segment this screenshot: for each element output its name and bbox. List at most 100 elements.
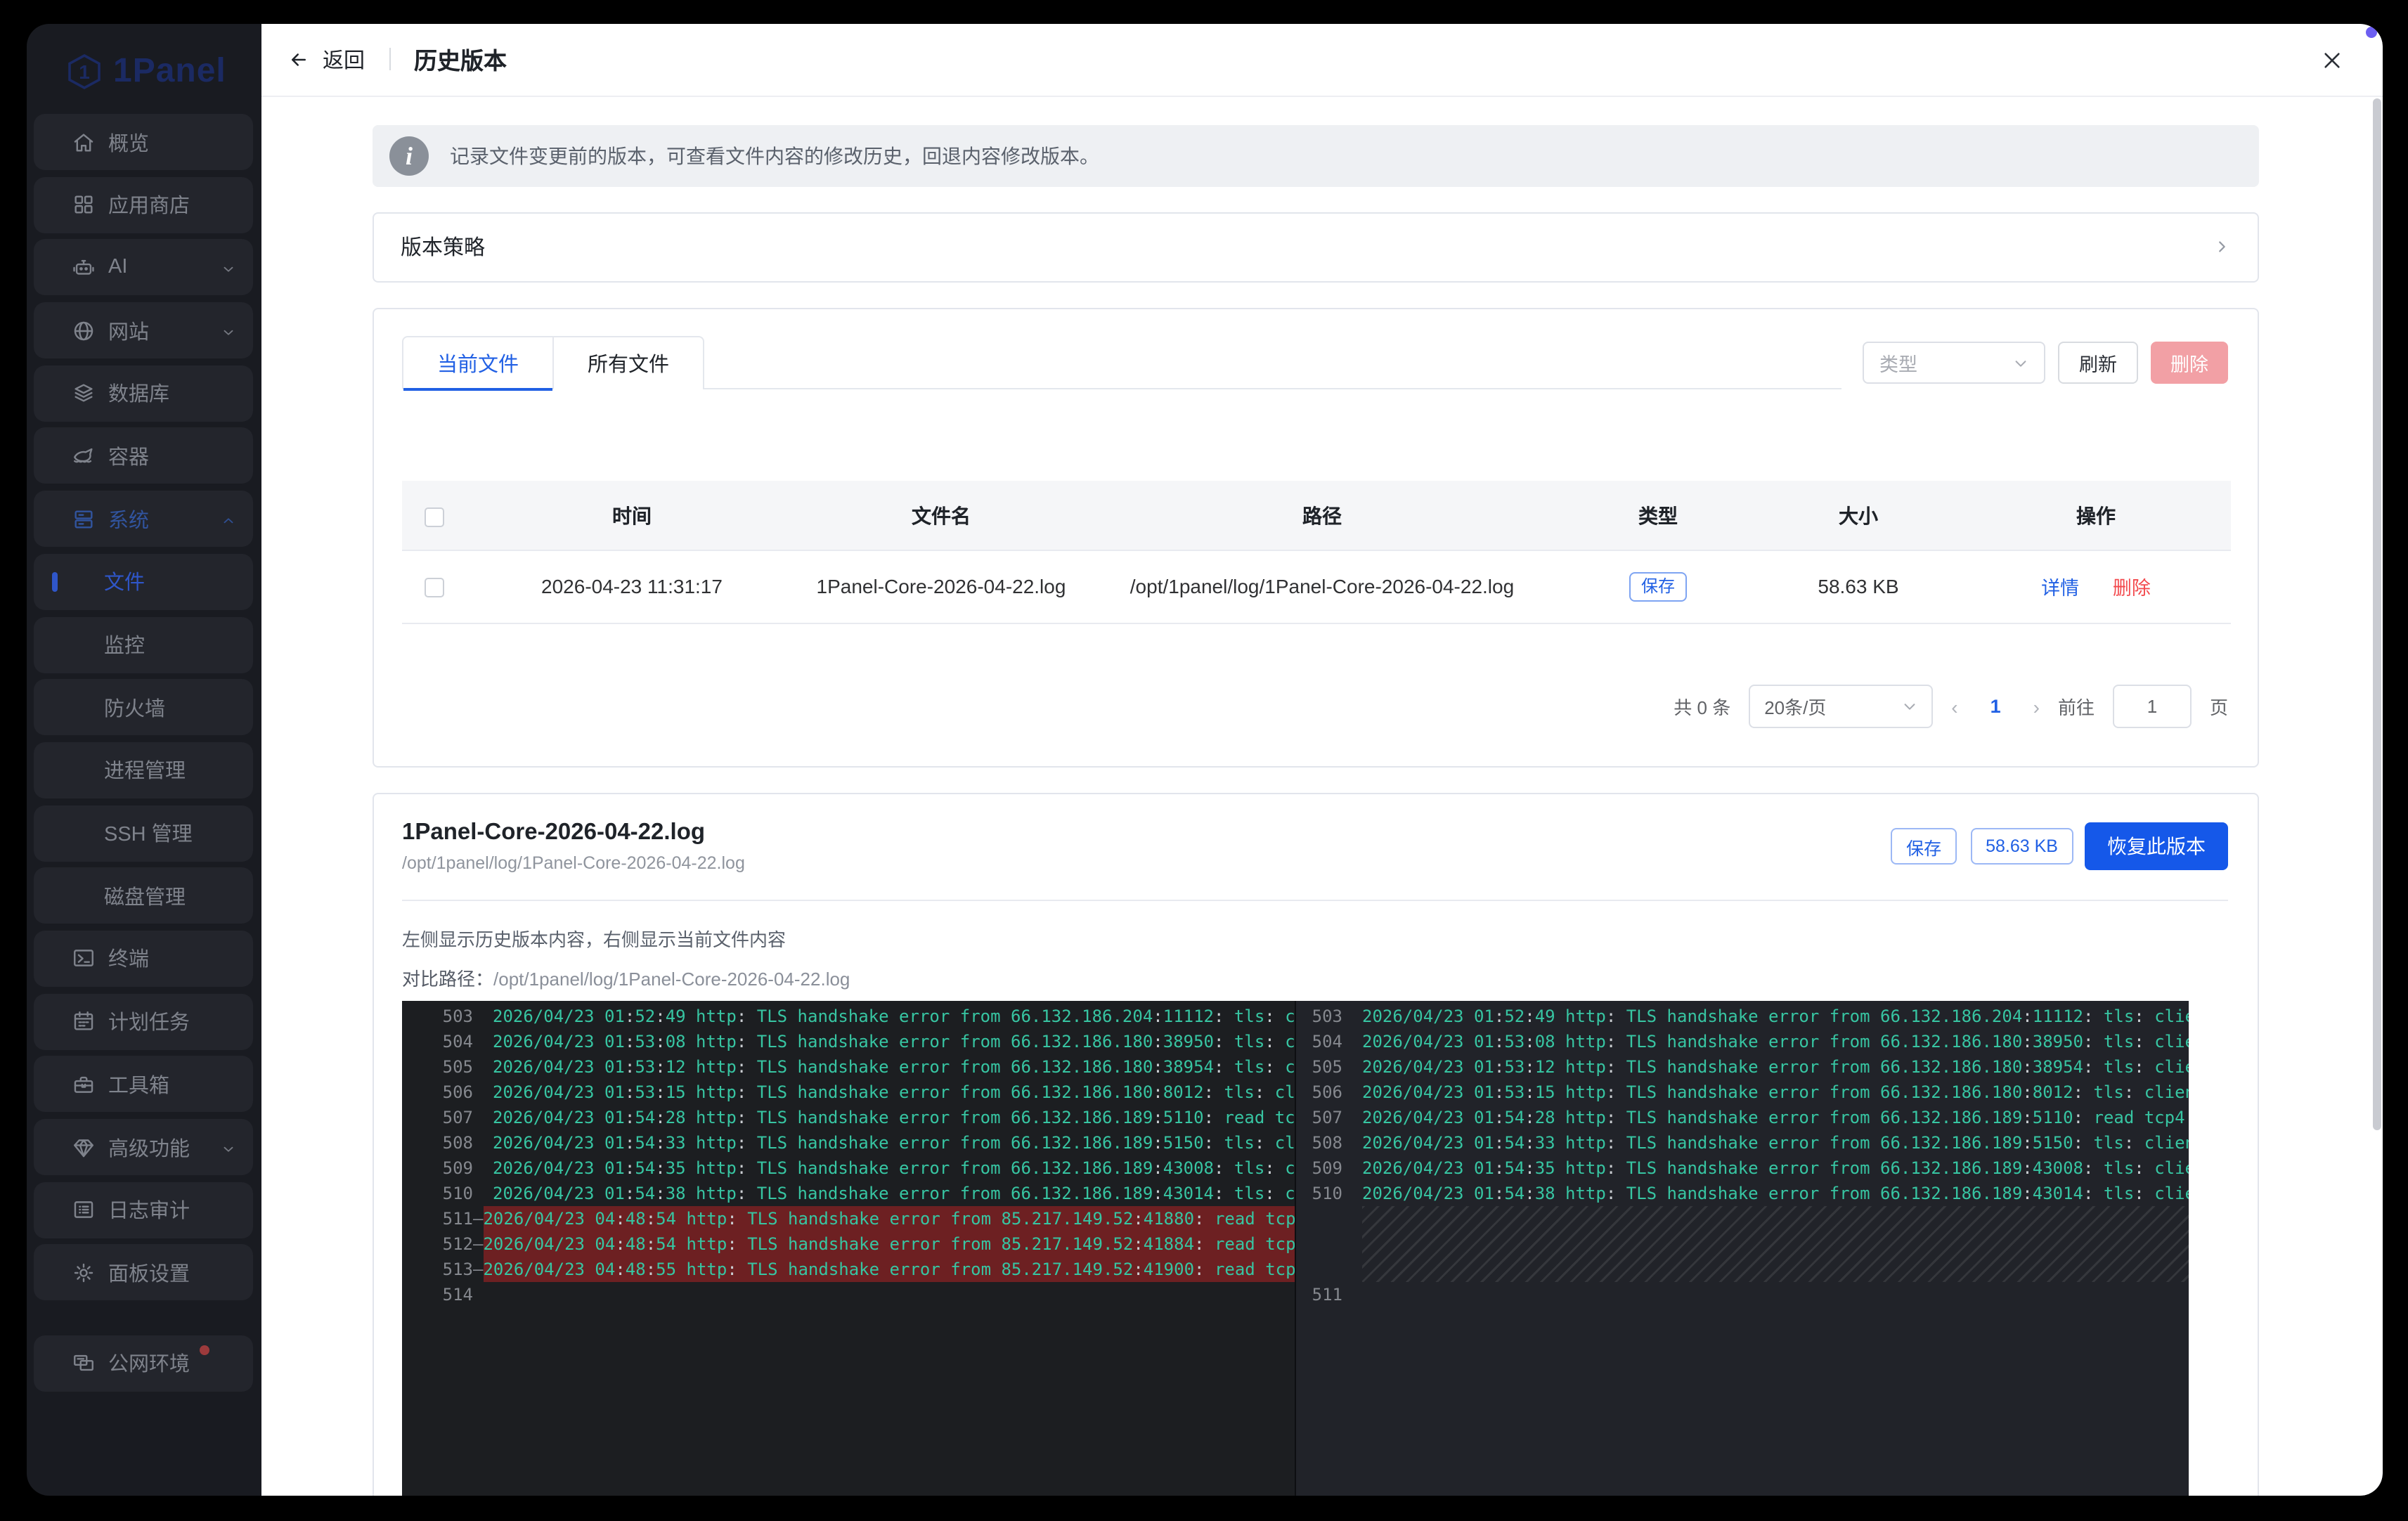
sidebar-item-监控[interactable]: 监控 bbox=[34, 616, 253, 673]
close-icon[interactable] bbox=[2322, 51, 2341, 70]
file-title: 1Panel-Core-2026-04-22.log bbox=[402, 820, 745, 847]
whale-icon bbox=[72, 444, 96, 468]
diff-line: 5042026/04/23 01:53:08 http: TLS handsha… bbox=[1296, 1029, 2188, 1054]
sidebar-item-loglist[interactable]: 日志审计 bbox=[34, 1182, 253, 1238]
refresh-button[interactable]: 刷新 bbox=[2058, 342, 2138, 384]
sidebar-item-diamond[interactable]: 高级功能 bbox=[34, 1119, 253, 1175]
sidebar-item-文件[interactable]: 文件 bbox=[34, 554, 253, 610]
log-line-text: 2026/04/23 04:48:54 http: TLS handshake … bbox=[483, 1231, 1295, 1257]
history-drawer: 返回 历史版本 i 记录文件变更前的版本，可查看文件内容的修改历史，回退内容修改… bbox=[261, 24, 2382, 1496]
line-number: 510 bbox=[1296, 1181, 1342, 1206]
delete-button[interactable]: 删除 bbox=[2151, 342, 2228, 384]
diff-line: 511—2026/04/23 04:48:54 http: TLS handsh… bbox=[402, 1206, 1295, 1231]
sidebar-item-SSH 管理[interactable]: SSH 管理 bbox=[34, 805, 253, 861]
sidebar-item-calendar[interactable]: 计划任务 bbox=[34, 993, 253, 1049]
row-checkbox[interactable] bbox=[424, 578, 444, 598]
delete-link[interactable]: 删除 bbox=[2113, 578, 2151, 600]
diamond-icon bbox=[72, 1135, 96, 1159]
cell-size: 58.63 KB bbox=[1756, 550, 1961, 623]
line-number: 510 bbox=[402, 1181, 473, 1206]
sidebar-item-robot[interactable]: AI bbox=[34, 240, 253, 296]
sidebar-item-label: 应用商店 bbox=[108, 190, 190, 219]
version-policy-card[interactable]: 版本策略 bbox=[372, 212, 2258, 283]
diff-line: 5062026/04/23 01:53:15 http: TLS handsha… bbox=[402, 1080, 1295, 1105]
drawer-header: 返回 历史版本 bbox=[261, 24, 2382, 96]
line-number: 505 bbox=[402, 1054, 473, 1080]
back-arrow-icon[interactable] bbox=[287, 49, 309, 70]
1panel-logo-icon: 1 bbox=[65, 53, 102, 90]
chevron-right-icon bbox=[2214, 240, 2229, 255]
back-button[interactable]: 返回 bbox=[323, 45, 365, 75]
table-header-row: 时间 文件名 路径 类型 大小 操作 bbox=[402, 481, 2231, 550]
sidebar-item-server[interactable]: 系统 bbox=[34, 491, 253, 547]
sidebar-item-home[interactable]: 概览 bbox=[34, 114, 253, 170]
diff-line: 512—2026/04/23 04:48:54 http: TLS handsh… bbox=[402, 1231, 1295, 1257]
windows-icon bbox=[72, 1351, 96, 1375]
sidebar-item-label: 进程管理 bbox=[104, 756, 186, 785]
detail-link[interactable]: 详情 bbox=[2041, 578, 2079, 600]
log-line-text: 2026/04/23 01:53:12 http: TLS handshake … bbox=[1362, 1054, 2188, 1080]
sidebar-item-磁盘管理[interactable]: 磁盘管理 bbox=[34, 868, 253, 924]
sidebar-item-globe[interactable]: 网站 bbox=[34, 302, 253, 358]
line-number: 508 bbox=[1296, 1130, 1342, 1156]
diff-line: 5032026/04/23 01:52:49 http: TLS handsha… bbox=[402, 1004, 1295, 1029]
sidebar-item-防火墙[interactable]: 防火墙 bbox=[34, 679, 253, 735]
versions-table: 时间 文件名 路径 类型 大小 操作 2026-04-23 1 bbox=[402, 481, 2231, 623]
col-path: 路径 bbox=[1084, 481, 1560, 550]
sidebar-item-grid[interactable]: 应用商店 bbox=[34, 176, 253, 233]
goto-label: 前往 bbox=[2058, 693, 2095, 720]
removed-marker: — bbox=[473, 1231, 483, 1257]
scrollbar-thumb[interactable] bbox=[2372, 98, 2381, 1130]
log-line-text: 2026/04/23 01:53:08 http: TLS handshake … bbox=[1362, 1029, 2188, 1054]
log-line-text: 2026/04/23 01:54:35 http: TLS handshake … bbox=[1362, 1156, 2188, 1181]
tab-current-file[interactable]: 当前文件 bbox=[402, 336, 554, 389]
log-line-text: 2026/04/23 01:54:35 http: TLS handshake … bbox=[493, 1156, 1295, 1181]
next-page-button[interactable]: › bbox=[2033, 695, 2040, 718]
current-page[interactable]: 1 bbox=[1991, 696, 2001, 717]
sidebar-item-layers[interactable]: 数据库 bbox=[34, 365, 253, 422]
log-line-text: 2026/04/23 01:54:33 http: TLS handshake … bbox=[1362, 1130, 2188, 1156]
save-tag[interactable]: 保存 bbox=[1891, 829, 1957, 865]
logo[interactable]: 1 1Panel bbox=[65, 52, 226, 91]
svg-text:1: 1 bbox=[78, 61, 89, 83]
sidebar-item-gear[interactable]: 面板设置 bbox=[34, 1245, 253, 1301]
col-size: 大小 bbox=[1756, 481, 1961, 550]
diff-line: 511 bbox=[1296, 1282, 2188, 1307]
log-line-text: 2026/04/23 01:52:49 http: TLS handshake … bbox=[1362, 1004, 2188, 1029]
diff-left-pane[interactable]: 5032026/04/23 01:52:49 http: TLS handsha… bbox=[402, 1001, 1295, 1496]
sidebar-item-label: 监控 bbox=[104, 630, 145, 659]
version-policy-title: 版本策略 bbox=[401, 233, 485, 262]
col-filename: 文件名 bbox=[798, 481, 1084, 550]
chevron-down-icon bbox=[221, 323, 236, 338]
col-actions: 操作 bbox=[1961, 481, 2231, 550]
cell-path: /opt/1panel/log/1Panel-Core-2026-04-22.l… bbox=[1084, 550, 1560, 623]
sidebar-item-label: 防火墙 bbox=[104, 692, 165, 722]
select-all-checkbox[interactable] bbox=[424, 507, 444, 526]
sidebar-item-label: 系统 bbox=[108, 504, 149, 533]
prev-page-button[interactable]: ‹ bbox=[1951, 695, 1957, 718]
drawer-title: 历史版本 bbox=[414, 43, 507, 77]
sidebar-item-label: 计划任务 bbox=[108, 1007, 190, 1036]
sidebar-item-label: AI bbox=[108, 257, 127, 279]
badge-dot bbox=[200, 1345, 209, 1354]
goto-page-input[interactable]: 1 bbox=[2113, 685, 2192, 728]
restore-version-button[interactable]: 恢复此版本 bbox=[2085, 823, 2228, 871]
type-select[interactable]: 类型 bbox=[1863, 342, 2045, 384]
chevron-down-icon bbox=[221, 1139, 236, 1155]
cell-filename: 1Panel-Core-2026-04-22.log bbox=[798, 550, 1084, 623]
sidebar-item-toolbox[interactable]: 工具箱 bbox=[34, 1056, 253, 1113]
file-path: /opt/1panel/log/1Panel-Core-2026-04-22.l… bbox=[402, 854, 745, 874]
tab-all-files[interactable]: 所有文件 bbox=[554, 336, 704, 389]
sidebar-item-windows[interactable]: 公网环境 bbox=[34, 1335, 253, 1391]
sidebar-item-whale[interactable]: 容器 bbox=[34, 428, 253, 484]
line-number: 506 bbox=[1296, 1080, 1342, 1105]
diff-right-pane[interactable]: 5032026/04/23 01:52:49 http: TLS handsha… bbox=[1296, 1001, 2188, 1496]
sidebar-item-label: 公网环境 bbox=[108, 1348, 190, 1378]
chevron-down-icon bbox=[1902, 699, 1917, 714]
sidebar-item-进程管理[interactable]: 进程管理 bbox=[34, 742, 253, 798]
page-size-select[interactable]: 20条/页 bbox=[1749, 685, 1933, 728]
line-number: 504 bbox=[402, 1029, 473, 1054]
diff-line: 5092026/04/23 01:54:35 http: TLS handsha… bbox=[1296, 1156, 2188, 1181]
sidebar-item-terminal[interactable]: 终端 bbox=[34, 931, 253, 987]
file-card-header: 1Panel-Core-2026-04-22.log /opt/1panel/l… bbox=[402, 794, 2228, 901]
